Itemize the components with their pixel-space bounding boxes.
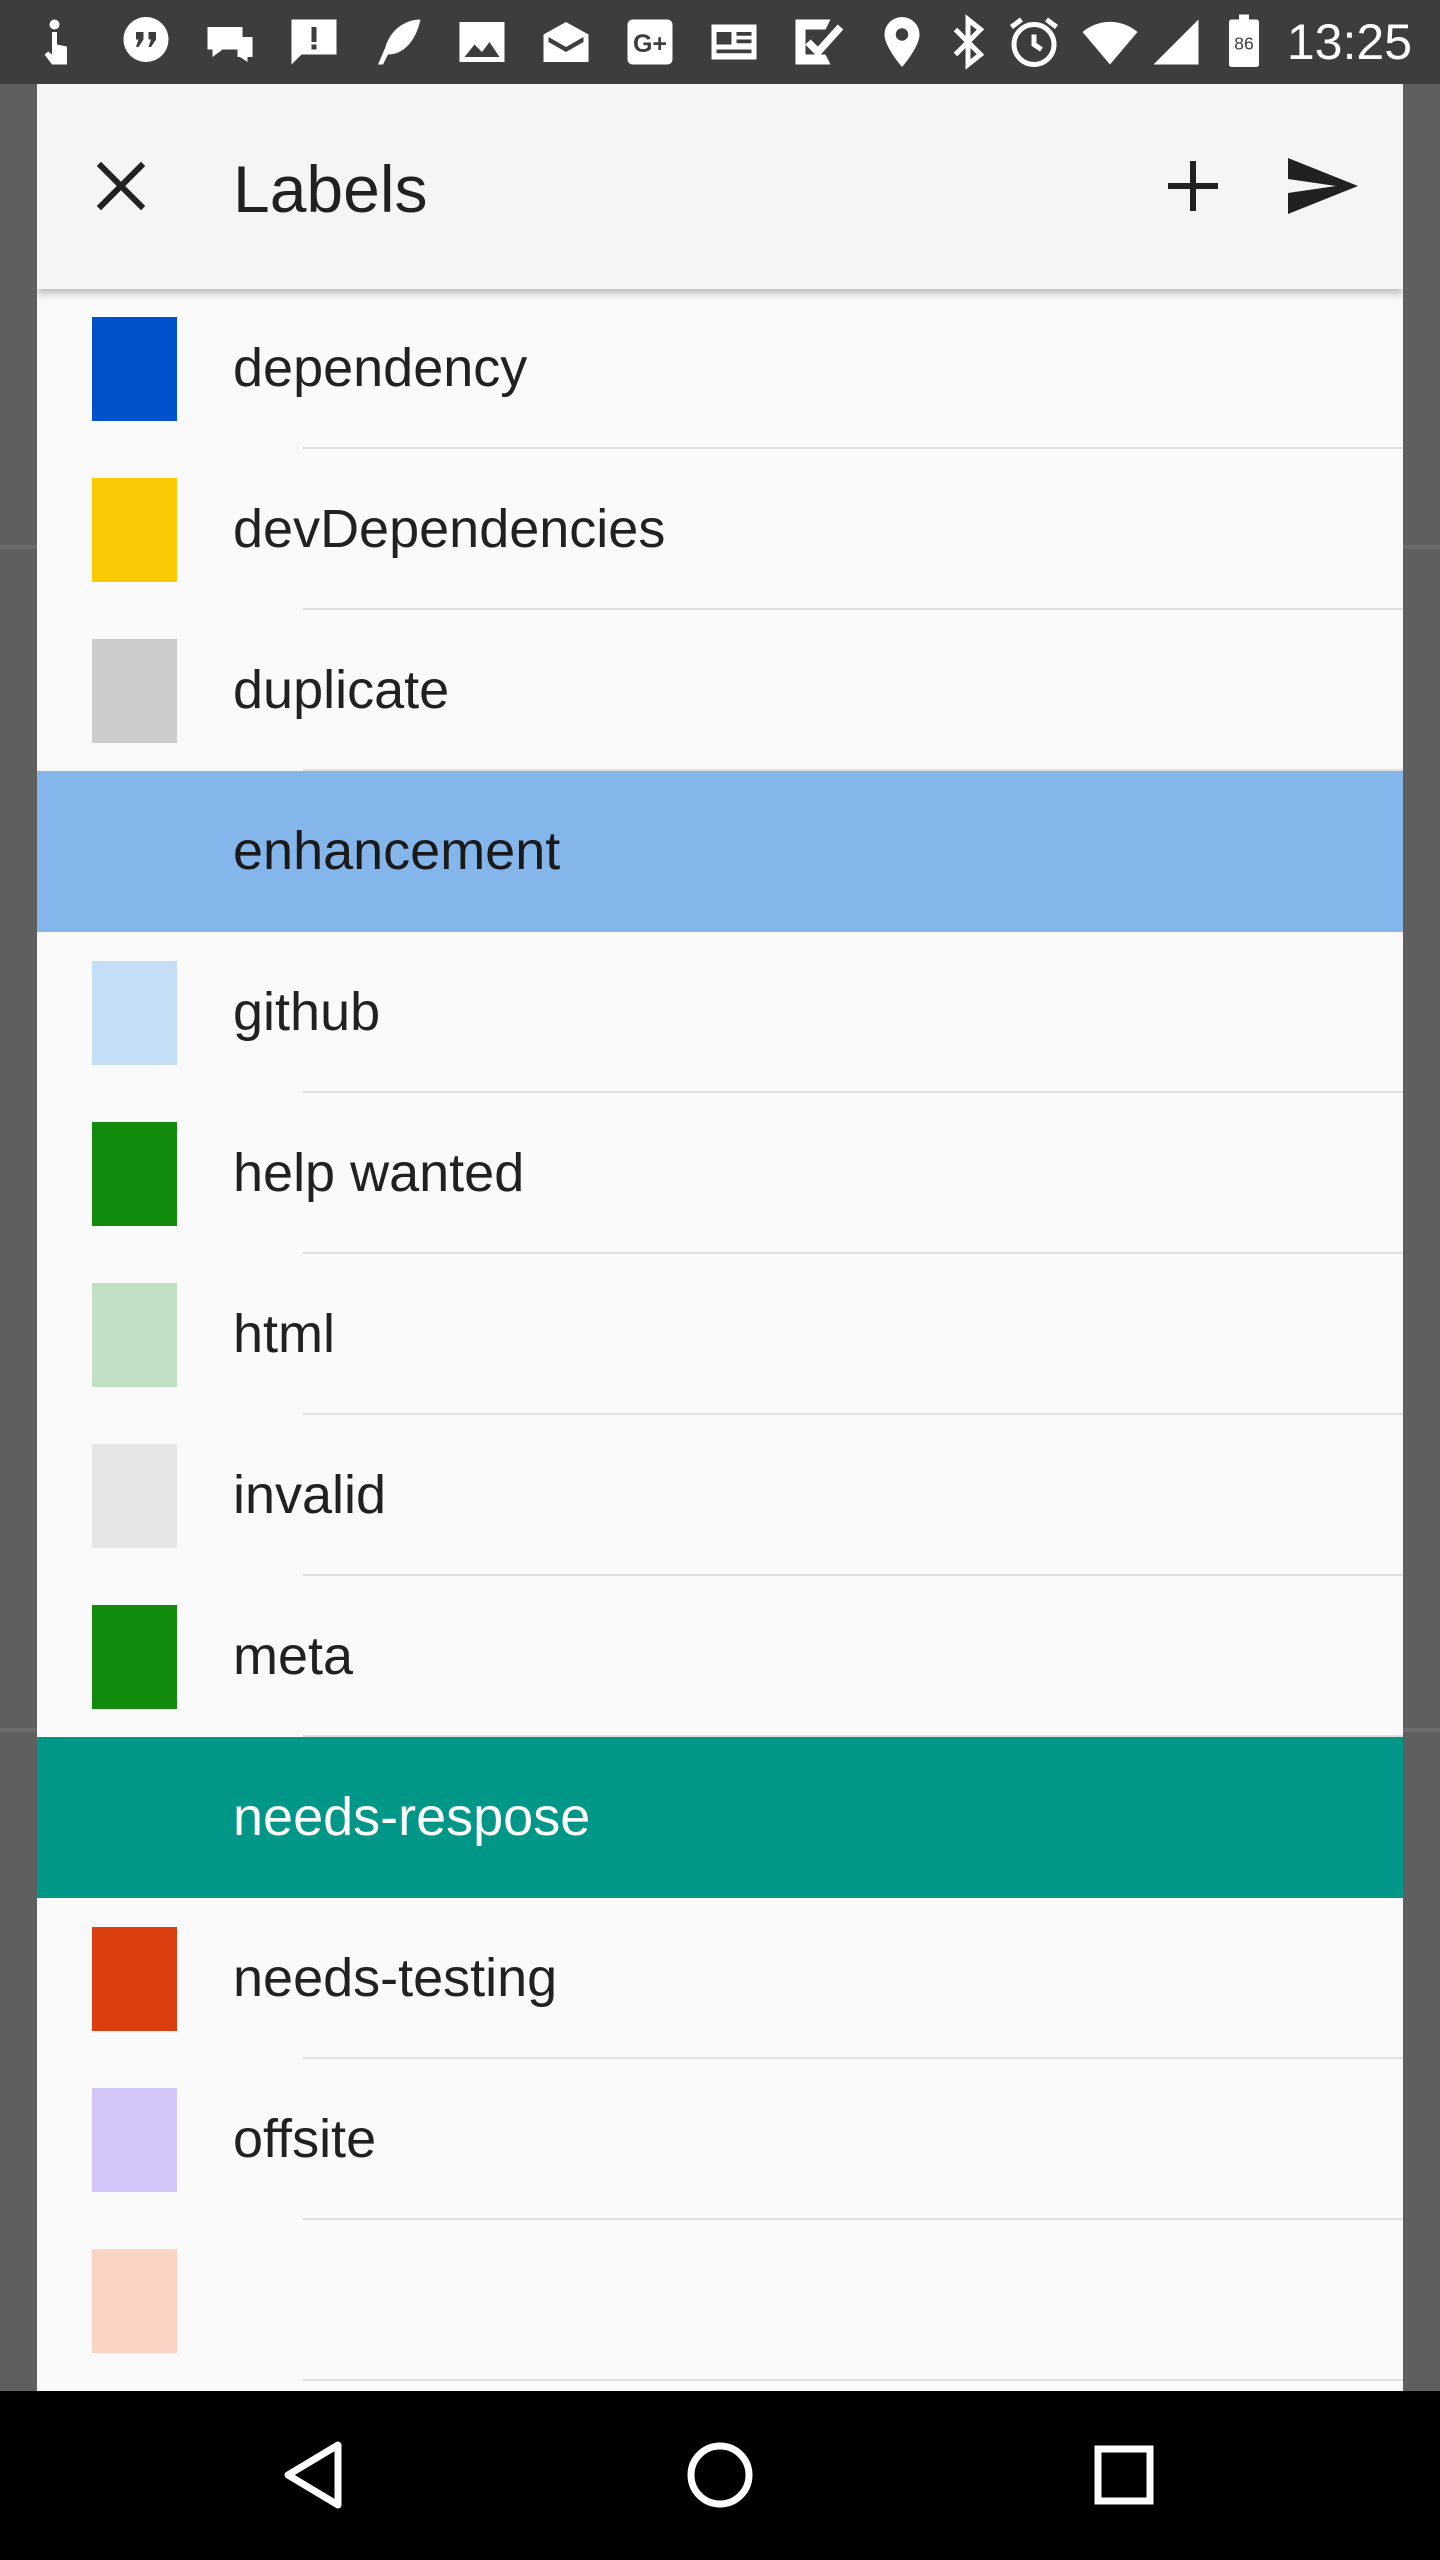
label-name: needs-respose — [233, 1787, 591, 1847]
label-row[interactable]: enhancement — [37, 771, 1403, 932]
image-icon — [452, 12, 512, 72]
dialog-toolbar: Labels — [37, 84, 1403, 289]
label-name: meta — [233, 1626, 354, 1686]
mail-icon — [536, 12, 596, 72]
label-color-swatch — [92, 1122, 177, 1226]
touch-icon — [32, 12, 92, 72]
label-name: duplicate — [233, 660, 450, 720]
label-name: needs-testing — [233, 1948, 558, 2008]
label-row[interactable]: help wanted — [37, 1093, 1403, 1254]
bluetooth-icon — [938, 12, 998, 72]
label-row[interactable] — [37, 2220, 1403, 2381]
location-icon — [872, 12, 932, 72]
send-icon — [1288, 158, 1358, 214]
alarm-icon — [1004, 12, 1064, 72]
label-name: github — [233, 982, 381, 1042]
label-row[interactable]: needs-respose — [37, 1737, 1403, 1898]
label-color-swatch — [92, 1927, 177, 2031]
label-row[interactable]: offsite — [37, 2059, 1403, 2220]
label-name: html — [233, 1304, 336, 1364]
svg-text:86: 86 — [1234, 34, 1253, 54]
clock: 13:25 — [1286, 14, 1412, 70]
send-button[interactable] — [1270, 136, 1370, 236]
label-row[interactable]: invalid — [37, 1415, 1403, 1576]
add-label-button[interactable] — [1143, 136, 1243, 236]
label-row[interactable]: duplicate — [37, 610, 1403, 771]
label-color-swatch — [92, 1444, 177, 1548]
battery-icon: 86 — [1214, 12, 1274, 72]
label-color-swatch — [92, 961, 177, 1065]
label-color-swatch — [92, 478, 177, 582]
label-row[interactable]: dependency — [37, 288, 1403, 449]
label-row[interactable]: needs-testing — [37, 1898, 1403, 2059]
recents-button[interactable] — [1074, 2425, 1174, 2525]
close-button[interactable] — [71, 136, 171, 236]
google-plus-icon: G+ — [620, 12, 680, 72]
svg-text:G+: G+ — [633, 30, 667, 58]
label-color-swatch — [92, 2249, 177, 2353]
label-color-swatch — [92, 317, 177, 421]
dialog-title: Labels — [233, 152, 428, 226]
close-icon — [96, 161, 146, 211]
back-button[interactable] — [266, 2425, 366, 2525]
label-color-swatch — [92, 1283, 177, 1387]
navigation-bar — [0, 2391, 1440, 2560]
wifi-icon — [1080, 12, 1140, 72]
back-icon — [284, 2441, 342, 2509]
label-row[interactable]: devDependencies — [37, 449, 1403, 610]
home-button[interactable] — [670, 2425, 770, 2525]
feather-icon — [368, 12, 428, 72]
check-icon — [788, 12, 848, 72]
label-name: enhancement — [233, 821, 561, 881]
label-list[interactable]: databasedependencydevDependenciesduplica… — [37, 127, 1403, 2381]
label-color-swatch — [92, 1605, 177, 1709]
label-name: dependency — [233, 338, 528, 398]
label-color-swatch — [92, 2088, 177, 2192]
recents-icon — [1094, 2445, 1154, 2505]
add-icon — [1168, 161, 1218, 211]
label-row[interactable]: meta — [37, 1576, 1403, 1737]
quote-icon — [116, 12, 176, 72]
label-name: devDependencies — [233, 499, 666, 559]
labels-dialog: databasedependencydevDependenciesduplica… — [37, 84, 1403, 2391]
label-row[interactable]: github — [37, 932, 1403, 1093]
hangouts-icon — [200, 12, 260, 72]
news-icon — [704, 12, 764, 72]
label-name: invalid — [233, 1465, 387, 1525]
label-name: help wanted — [233, 1143, 525, 1203]
label-row[interactable]: html — [37, 1254, 1403, 1415]
signal-icon — [1146, 12, 1206, 72]
label-color-swatch — [92, 639, 177, 743]
status-bar: G+ 86 13:25 — [0, 0, 1440, 84]
alert-icon — [284, 12, 344, 72]
label-name: offsite — [233, 2109, 377, 2169]
row-divider — [303, 2379, 1403, 2381]
home-icon — [687, 2442, 753, 2508]
